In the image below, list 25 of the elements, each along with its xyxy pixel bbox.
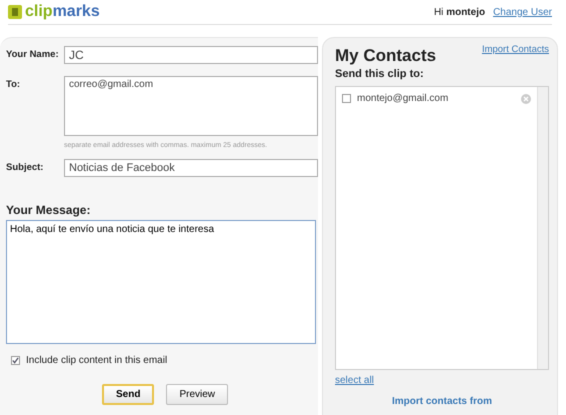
subtitle: Send this clip to: <box>335 68 425 80</box>
field-label: To: <box>6 78 22 90</box>
field-label: Your Name: <box>6 48 60 60</box>
checkbox-label: Include clip content in this email <box>26 355 168 366</box>
contact-email[interactable]: montejo@gmail.com <box>357 93 448 104</box>
checkbox[interactable] <box>342 94 351 103</box>
remove-icon[interactable] <box>521 94 531 104</box>
checkbox[interactable] <box>11 356 20 365</box>
to-field[interactable]: correo@gmail.com <box>64 76 318 136</box>
preview-button[interactable]: Preview <box>166 384 228 405</box>
field-label: Subject: <box>6 161 44 173</box>
message-field[interactable]: Hola, aquí te envío una noticia que te interesa <box>6 220 316 344</box>
logo-icon <box>8 5 22 19</box>
send-button[interactable]: Send <box>102 384 154 405</box>
select-all-link[interactable]: select all <box>335 375 374 386</box>
field-label: Your Message: <box>6 203 92 217</box>
change-user-link[interactable]: Change User <box>493 6 552 18</box>
greeting: Hi montejo <box>434 6 486 18</box>
scrollbar[interactable] <box>537 87 548 369</box>
import-from-heading: Import contacts from <box>390 396 493 407</box>
import-contacts-link[interactable]: Import Contacts <box>482 44 549 55</box>
subject-field[interactable]: Noticias de Facebook <box>64 159 318 177</box>
logo: clipmarks <box>25 3 100 21</box>
name-field[interactable]: JC <box>64 46 318 64</box>
panel-title: My Contacts <box>335 46 436 66</box>
